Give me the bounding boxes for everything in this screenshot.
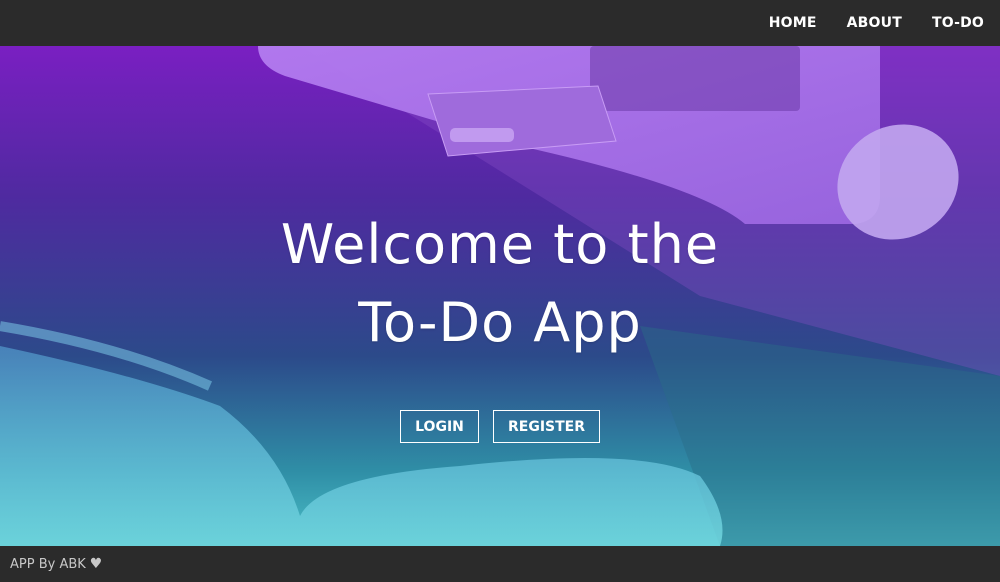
hero-title-line2: To-Do App [358,291,642,354]
login-button[interactable]: LOGIN [400,410,479,443]
heart-icon: ♥ [89,556,103,572]
hero-title-line1: Welcome to the [280,213,720,276]
register-button[interactable]: REGISTER [493,410,600,443]
footer-credit: APP By ABK [10,556,86,572]
footer: APP By ABK ♥ [0,546,1000,582]
hero-section: Welcome to the To-Do App LOGIN REGISTER [0,46,1000,546]
nav-link-home[interactable]: HOME [769,15,817,31]
nav-link-todo[interactable]: TO-DO [932,15,984,31]
top-navbar: HOME ABOUT TO-DO [0,0,1000,46]
nav-link-about[interactable]: ABOUT [847,15,902,31]
auth-button-row: LOGIN REGISTER [0,410,1000,443]
hero-title: Welcome to the To-Do App [0,206,1000,362]
